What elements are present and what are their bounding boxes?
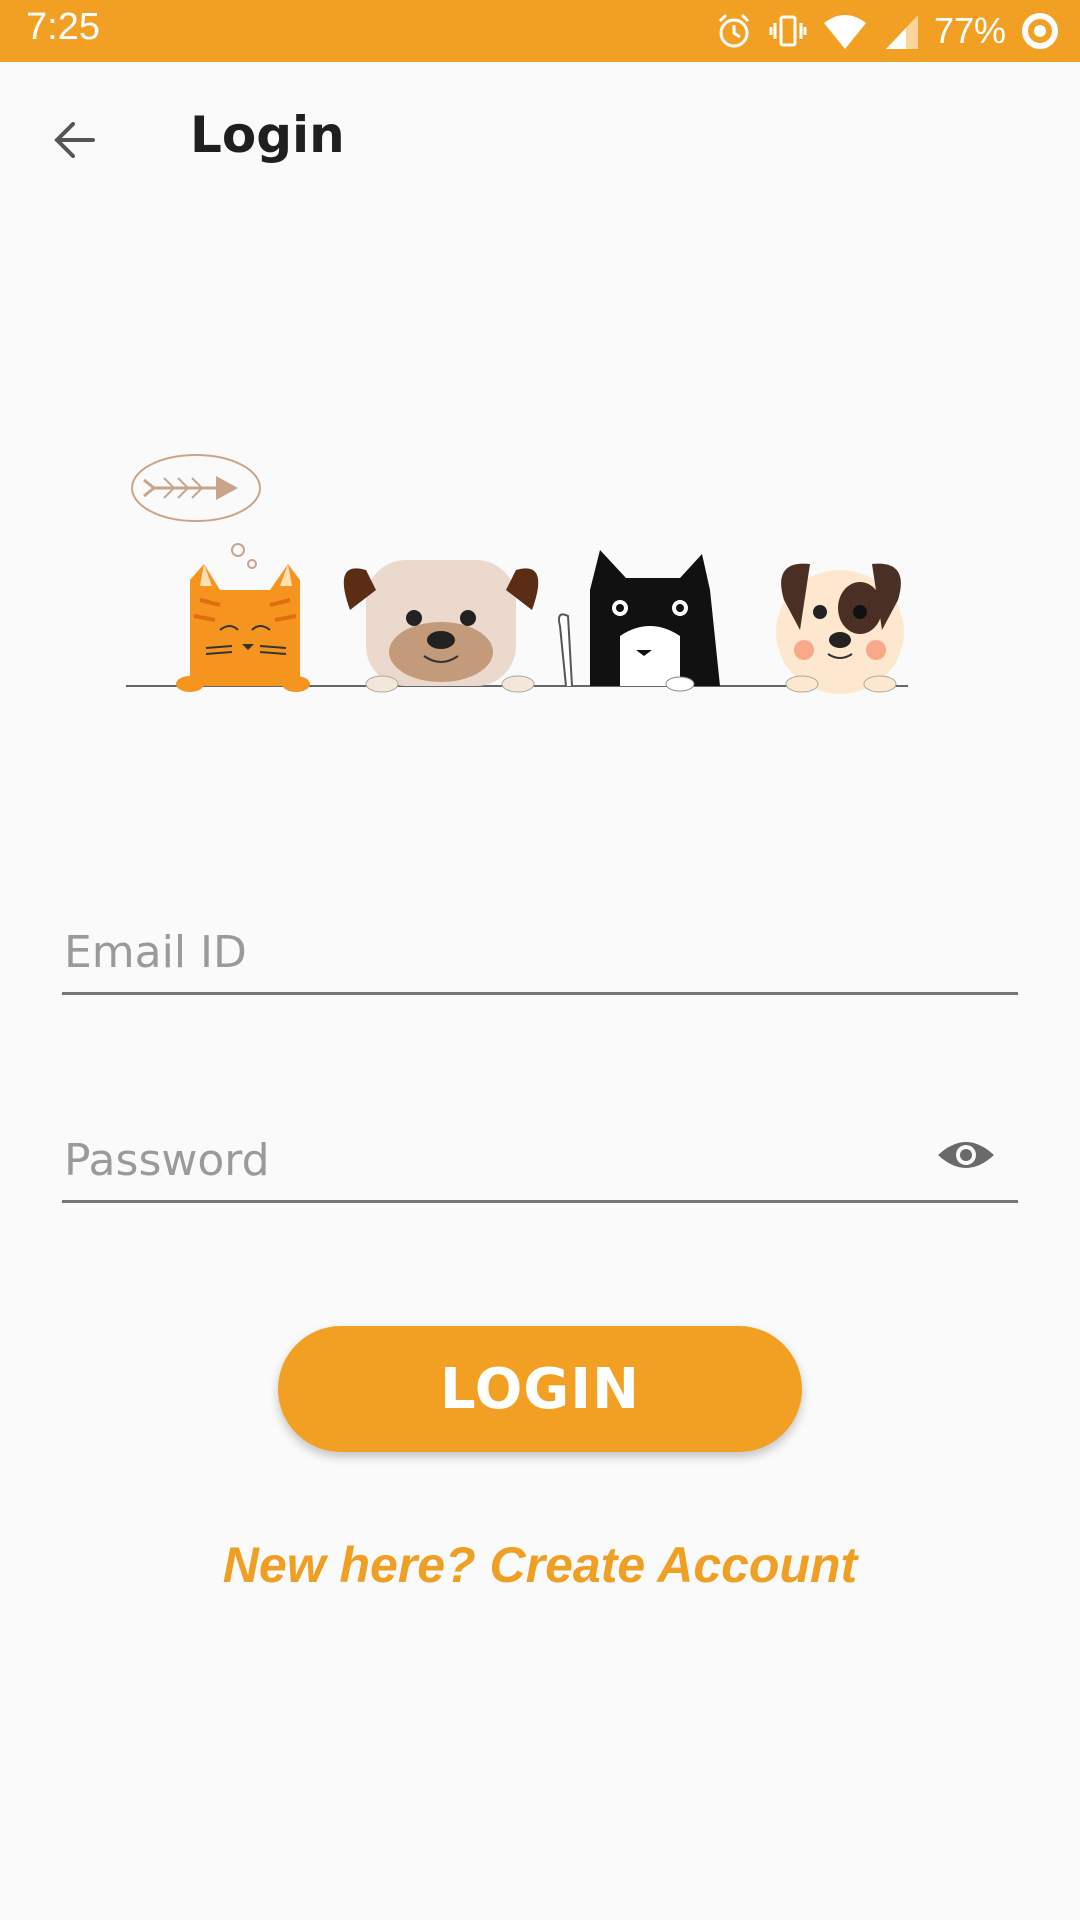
cats-and-dogs-illustration bbox=[120, 440, 920, 700]
back-button[interactable] bbox=[34, 102, 114, 182]
password-field[interactable] bbox=[62, 1116, 1018, 1203]
password-visibility-toggle[interactable] bbox=[934, 1132, 998, 1182]
login-button[interactable]: LOGIN bbox=[278, 1326, 802, 1452]
password-input[interactable] bbox=[64, 1130, 924, 1190]
alarm-icon bbox=[714, 11, 754, 51]
arrow-left-icon bbox=[49, 115, 99, 169]
status-icons: 77% bbox=[714, 7, 1060, 55]
page-title: Login bbox=[190, 106, 345, 164]
app-bar: Login bbox=[0, 62, 1080, 212]
status-bar: 7:25 77% bbox=[0, 0, 1080, 62]
battery-percent: 77% bbox=[933, 10, 1006, 51]
status-time: 7:25 bbox=[26, 6, 100, 48]
create-account-link[interactable]: New here? Create Account bbox=[0, 1536, 1080, 1594]
email-input[interactable] bbox=[64, 922, 924, 982]
eye-icon bbox=[936, 1135, 996, 1179]
signal-icon bbox=[882, 11, 920, 51]
email-field[interactable] bbox=[62, 908, 1018, 995]
wifi-icon bbox=[822, 11, 868, 51]
vibrate-icon bbox=[768, 11, 808, 51]
battery-icon bbox=[1020, 11, 1060, 51]
